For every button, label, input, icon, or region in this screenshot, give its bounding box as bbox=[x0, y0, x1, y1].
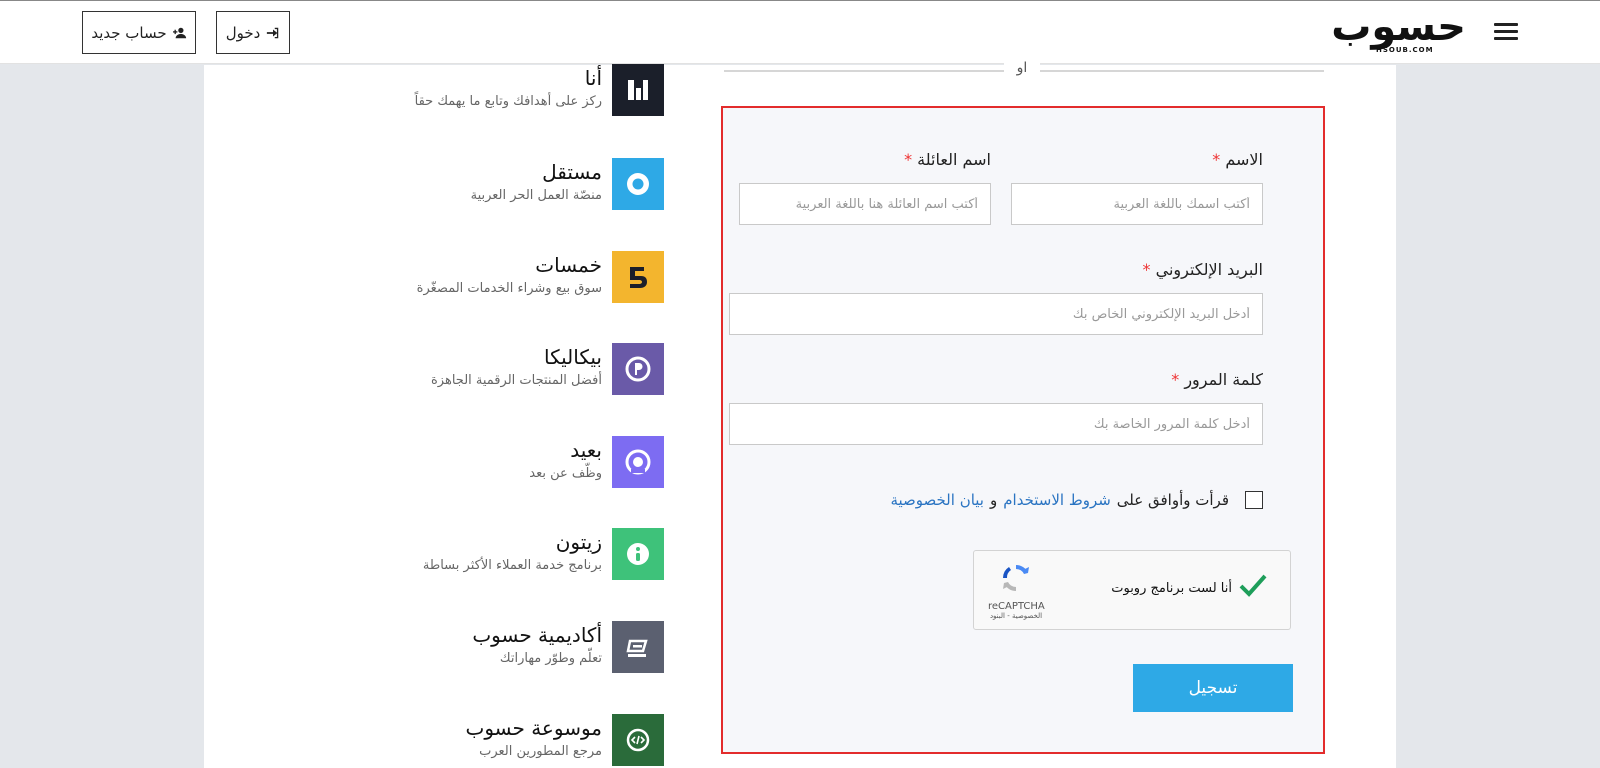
privacy-policy-link[interactable]: بيان الخصوصية bbox=[890, 491, 984, 509]
password-input[interactable] bbox=[729, 403, 1263, 445]
recaptcha-logo: reCAPTCHA الخصوصية - البنود bbox=[988, 561, 1045, 625]
terms-of-use-link[interactable]: شروط الاستخدام bbox=[1003, 491, 1111, 509]
zaytoon-icon bbox=[612, 528, 664, 580]
first-name-input[interactable] bbox=[1011, 183, 1263, 225]
product-desc: سوق بيع وشراء الخدمات المصغّرة bbox=[416, 281, 602, 296]
terms-agreement: قرأت وأوافق على شروط الاستخدام و بيان ال… bbox=[890, 491, 1263, 509]
user-plus-icon bbox=[172, 27, 186, 38]
ana-icon bbox=[612, 64, 664, 116]
recaptcha-widget[interactable]: أنا لست برنامج روبوت reCAPTCHA الخصوصية … bbox=[973, 550, 1291, 630]
register-submit-button[interactable]: تسجيل bbox=[1133, 664, 1293, 712]
product-item-bikalika[interactable]: بيكاليكا أفضل المنتجات الرقمية الجاهزة bbox=[200, 343, 664, 395]
last-name-input[interactable] bbox=[739, 183, 991, 225]
product-item-ana[interactable]: أنا ركز على أهدافك وتابع ما يهمك حقاً bbox=[200, 64, 664, 116]
recaptcha-links[interactable]: الخصوصية - البنود bbox=[988, 612, 1044, 620]
product-name: بيكاليكا bbox=[543, 345, 602, 369]
or-divider-text: او bbox=[1004, 60, 1040, 76]
terms-checkbox[interactable] bbox=[1245, 491, 1263, 509]
sign-in-icon bbox=[267, 27, 279, 38]
mostaql-icon bbox=[612, 158, 664, 210]
register-button[interactable]: حساب جديد bbox=[82, 11, 196, 54]
recaptcha-icon bbox=[1002, 565, 1029, 591]
product-item-wiki[interactable]: موسوعة حسوب مرجع المطورين العرب bbox=[200, 714, 664, 766]
product-desc: أفضل المنتجات الرقمية الجاهزة bbox=[431, 373, 602, 388]
product-name: بعيد bbox=[570, 438, 602, 462]
email-label: البريد الإلكتروني * bbox=[1142, 260, 1263, 279]
academy-icon bbox=[612, 621, 664, 673]
top-navbar: حساب جديد دخول حسوب HSOUB.COM bbox=[0, 0, 1600, 64]
wiki-icon bbox=[612, 714, 664, 766]
logo-wordmark: حسوب bbox=[1331, 4, 1468, 50]
password-label: كلمة المرور * bbox=[1171, 370, 1263, 389]
product-item-academy[interactable]: أكاديمية حسوب تعلّم وطوّر مهاراتك bbox=[200, 621, 664, 673]
register-button-label: حساب جديد bbox=[91, 23, 167, 42]
product-item-khamsat[interactable]: خمسات سوق بيع وشراء الخدمات المصغّرة bbox=[200, 251, 664, 303]
bikalika-icon bbox=[612, 343, 664, 395]
recaptcha-text: أنا لست برنامج روبوت bbox=[1111, 581, 1232, 596]
product-item-baaeed[interactable]: بعيد وظّف عن بعد bbox=[200, 436, 664, 488]
hsoub-logo[interactable]: حسوب HSOUB.COM bbox=[1318, 5, 1468, 57]
product-name: أكاديمية حسوب bbox=[472, 623, 602, 647]
login-button[interactable]: دخول bbox=[216, 11, 290, 54]
product-desc: برنامج خدمة العملاء الأكثر بساطة bbox=[422, 558, 602, 573]
email-input[interactable] bbox=[729, 293, 1263, 335]
registration-form: الاسم * اسم العائلة * البريد الإلكتروني … bbox=[721, 106, 1325, 754]
product-item-mostaql[interactable]: مستقل منصّة العمل الحر العربية bbox=[200, 158, 664, 210]
login-button-label: دخول bbox=[225, 23, 261, 42]
khamsat-icon bbox=[612, 251, 664, 303]
hamburger-menu-icon[interactable] bbox=[1494, 23, 1518, 41]
product-desc: ركز على أهدافك وتابع ما يهمك حقاً bbox=[414, 94, 602, 109]
product-name: زيتون bbox=[555, 530, 602, 554]
product-name: خمسات bbox=[535, 253, 602, 277]
product-desc: منصّة العمل الحر العربية bbox=[470, 188, 602, 203]
product-name: موسوعة حسوب bbox=[465, 716, 602, 740]
terms-and: و bbox=[989, 491, 998, 509]
product-desc: وظّف عن بعد bbox=[529, 466, 602, 481]
product-name: مستقل bbox=[542, 160, 602, 184]
product-item-zaytoon[interactable]: زيتون برنامج خدمة العملاء الأكثر بساطة bbox=[200, 528, 664, 580]
recaptcha-brand: reCAPTCHA bbox=[988, 601, 1045, 612]
last-name-label: اسم العائلة * bbox=[904, 150, 991, 169]
checkmark-icon bbox=[1239, 574, 1267, 597]
terms-prefix: قرأت وأوافق على bbox=[1116, 491, 1229, 509]
product-name: أنا bbox=[584, 66, 602, 90]
product-desc: مرجع المطورين العرب bbox=[479, 744, 602, 759]
first-name-label: الاسم * bbox=[1212, 150, 1263, 169]
logo-subtitle: HSOUB.COM bbox=[1376, 46, 1434, 54]
product-desc: تعلّم وطوّر مهاراتك bbox=[499, 651, 602, 666]
baaeed-icon bbox=[612, 436, 664, 488]
